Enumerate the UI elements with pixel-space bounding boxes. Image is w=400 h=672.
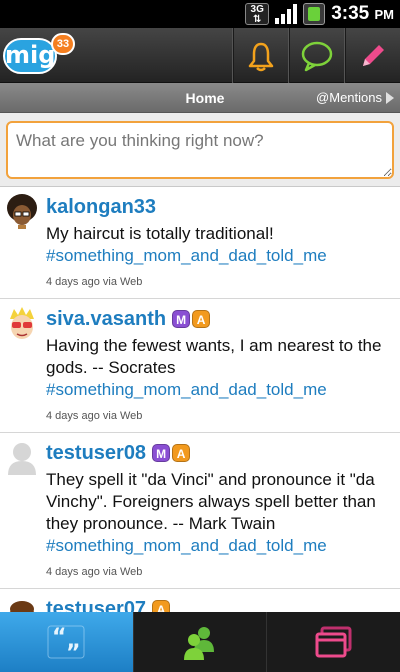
chat-bubble-icon <box>301 41 332 71</box>
compose-area <box>0 113 400 187</box>
arrow-right-icon <box>386 92 394 104</box>
feed-list: kalongan33 My haircut is totally traditi… <box>0 187 400 612</box>
post-username[interactable]: testuser08 <box>46 442 146 465</box>
tab-mentions[interactable]: @Mentions <box>316 83 394 113</box>
people-icon <box>184 627 214 660</box>
nav-feed[interactable]: “ ” <box>0 612 133 672</box>
svg-text:“: “ <box>52 625 66 650</box>
post-hashtag[interactable]: #something_mom_and_dad_told_me <box>46 535 396 557</box>
post-timestamp: 4 days ago via Web <box>46 410 143 422</box>
status-time: 3:35 PM <box>331 3 394 24</box>
post-text: Having the fewest wants, I am nearest to… <box>46 336 382 377</box>
feed-item[interactable]: testuser08 M A They spell it "da Vinci" … <box>0 433 400 589</box>
mig33-logo: mig 33 <box>3 33 75 77</box>
avatar[interactable] <box>4 439 40 475</box>
post-hashtag[interactable]: #something_mom_and_dad_told_me <box>46 379 396 401</box>
admin-badge: A <box>152 600 171 612</box>
app-header: mig 33 <box>0 28 400 83</box>
svg-text:”: ” <box>66 641 80 662</box>
avatar[interactable] <box>4 193 40 229</box>
post-username[interactable]: testuser07 <box>46 598 146 613</box>
admin-badge: A <box>192 310 211 328</box>
chat-button[interactable] <box>288 28 344 83</box>
bell-icon <box>248 42 273 71</box>
status-bar: 3G ⇅ 3:35 PM <box>0 0 400 28</box>
nav-windows[interactable] <box>266 612 400 672</box>
network-3g-icon: 3G ⇅ <box>245 3 270 25</box>
compose-button[interactable] <box>344 28 400 83</box>
quote-icon: “ ” <box>47 625 85 662</box>
feed-item[interactable]: kalongan33 My haircut is totally traditi… <box>0 187 400 299</box>
post-text: My haircut is totally traditional! <box>46 224 274 243</box>
feed-item[interactable]: siva.vasanth M A Having the fewest wants… <box>0 299 400 433</box>
nav-people[interactable] <box>132 612 267 672</box>
tab-home[interactable]: Home <box>175 83 235 113</box>
post-timestamp: 4 days ago via Web <box>46 566 143 578</box>
post-hashtag[interactable]: #something_mom_and_dad_told_me <box>46 245 396 267</box>
signal-strength-icon <box>275 4 298 24</box>
post-username[interactable]: siva.vasanth <box>46 308 166 331</box>
post-timestamp: 4 days ago via Web <box>46 276 143 288</box>
merchant-badge: M <box>172 310 191 328</box>
admin-badge: A <box>172 444 191 462</box>
pencil-icon <box>362 44 384 66</box>
avatar[interactable] <box>4 595 40 612</box>
bottom-nav: “ ” <box>0 612 400 672</box>
status-input[interactable] <box>6 121 394 179</box>
tab-bar: Home @Mentions <box>0 83 400 113</box>
post-username[interactable]: kalongan33 <box>46 196 156 219</box>
merchant-badge: M <box>152 444 171 462</box>
notifications-button[interactable] <box>232 28 288 83</box>
battery-icon <box>303 3 326 25</box>
post-text: They spell it "da Vinci" and pronounce i… <box>46 470 376 533</box>
windows-icon <box>315 626 352 658</box>
feed-item[interactable]: testuser07 A <box>0 589 400 612</box>
avatar[interactable] <box>4 305 40 341</box>
